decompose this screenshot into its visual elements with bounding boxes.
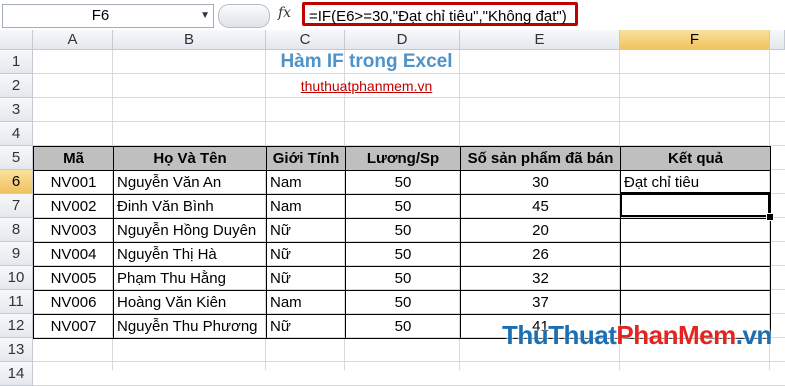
table-header-3: Giới Tính: [266, 146, 346, 171]
name-box-value: F6: [91, 7, 110, 24]
sheet-subtitle-link[interactable]: thuthuatphanmem.vn: [113, 74, 620, 98]
table-cell[interactable]: 26: [460, 242, 621, 267]
table-cell[interactable]: NV006: [33, 290, 114, 315]
row-header-4[interactable]: 4: [0, 122, 33, 146]
table-cell[interactable]: NV002: [33, 194, 114, 219]
table-cell[interactable]: Nam: [266, 290, 346, 315]
table-cell[interactable]: 50: [345, 194, 461, 219]
row-header-8[interactable]: 8: [0, 218, 33, 242]
table-cell[interactable]: Nữ: [266, 314, 346, 339]
table-cell[interactable]: NV001: [33, 170, 114, 195]
formula-bar: F6 ▼ fx =IF(E6>=30,"Đạt chỉ tiêu","Không…: [0, 0, 785, 31]
table-cell[interactable]: Nguyễn Hồng Duyên: [113, 218, 267, 243]
table-header-4: Lương/Sp: [345, 146, 461, 171]
table-cell[interactable]: NV004: [33, 242, 114, 267]
name-box[interactable]: F6 ▼: [2, 4, 214, 28]
row-header-7[interactable]: 7: [0, 194, 33, 218]
table-header-5: Số sản phẩm đã bán: [460, 146, 621, 171]
table-cell[interactable]: 45: [460, 194, 621, 219]
table-cell[interactable]: 50: [345, 290, 461, 315]
column-header-e[interactable]: E: [460, 30, 620, 50]
row-header-11[interactable]: 11: [0, 290, 33, 314]
sheet-title: Hàm IF trong Excel: [280, 51, 453, 72]
row-header-14[interactable]: 14: [0, 362, 33, 386]
table-cell[interactable]: [620, 218, 771, 243]
table-cell[interactable]: Nam: [266, 194, 346, 219]
table-cell[interactable]: 30: [460, 170, 621, 195]
table-cell[interactable]: Phạm Thu Hằng: [113, 266, 267, 291]
column-header-f[interactable]: F: [620, 30, 770, 50]
table-header-2: Họ Và Tên: [113, 146, 267, 171]
insert-function-icon[interactable]: fx: [278, 5, 291, 21]
table-cell[interactable]: 20: [460, 218, 621, 243]
table-cell[interactable]: [620, 290, 771, 315]
table-cell[interactable]: Hoàng Văn Kiên: [113, 290, 267, 315]
table-cell[interactable]: Nam: [266, 170, 346, 195]
table-cell[interactable]: Nữ: [266, 266, 346, 291]
table-cell[interactable]: NV005: [33, 266, 114, 291]
row-header-9[interactable]: 9: [0, 242, 33, 266]
table-cell[interactable]: Nguyễn Thu Phương: [113, 314, 267, 339]
table-cell[interactable]: 50: [345, 266, 461, 291]
table-cell[interactable]: 37: [460, 290, 621, 315]
table-header-6: Kết quả: [620, 146, 771, 171]
row-header-6[interactable]: 6: [0, 170, 33, 194]
select-all-corner[interactable]: [0, 30, 33, 50]
gridline: [33, 121, 785, 122]
column-header-b[interactable]: B: [113, 30, 266, 50]
spreadsheet-grid: A B C D E F 1 2 3 4 5 6 7 8 9 10 11 12 13 14 Hàm IF trong Ex…: [0, 30, 785, 386]
formula-buttons[interactable]: [218, 4, 270, 28]
watermark-part1: ThuThuat: [502, 320, 617, 350]
table-cell[interactable]: Nữ: [266, 218, 346, 243]
table-cell[interactable]: Nguyễn Văn An: [113, 170, 267, 195]
row-header-2[interactable]: 2: [0, 74, 33, 98]
watermark-logo: ThuThuatPhanMem.vn: [502, 320, 772, 351]
table-cell[interactable]: NV007: [33, 314, 114, 339]
row-header-5[interactable]: 5: [0, 146, 33, 170]
table-cell[interactable]: [620, 266, 771, 291]
row-header-1[interactable]: 1: [0, 50, 33, 74]
table-cell[interactable]: 50: [345, 314, 461, 339]
formula-input[interactable]: =IF(E6>=30,"Đạt chỉ tiêu","Không đạt"): [302, 2, 578, 26]
fill-handle[interactable]: [766, 213, 774, 221]
watermark-part2: PhanMem: [616, 320, 736, 350]
gridline: [33, 361, 785, 362]
table-header-1: Mã: [33, 146, 114, 171]
table-cell[interactable]: 50: [345, 242, 461, 267]
selected-cell-border: [620, 192, 770, 217]
column-header-c[interactable]: C: [266, 30, 345, 50]
table-cell[interactable]: NV003: [33, 218, 114, 243]
table-cell[interactable]: Nguyễn Thị Hà: [113, 242, 267, 267]
table-cell[interactable]: Nữ: [266, 242, 346, 267]
table-cell[interactable]: 50: [345, 170, 461, 195]
table-cell[interactable]: [620, 242, 771, 267]
row-header-13[interactable]: 13: [0, 338, 33, 362]
row-header-12[interactable]: 12: [0, 314, 33, 338]
column-header-extra[interactable]: [770, 30, 785, 50]
column-header-a[interactable]: A: [33, 30, 113, 50]
row-header-10[interactable]: 10: [0, 266, 33, 290]
column-header-d[interactable]: D: [345, 30, 460, 50]
chevron-down-icon[interactable]: ▼: [200, 5, 210, 27]
watermark-part3: .vn: [735, 320, 773, 350]
row-header-3[interactable]: 3: [0, 98, 33, 122]
table-cell[interactable]: Đinh Văn Bình: [113, 194, 267, 219]
table-cell[interactable]: 50: [345, 218, 461, 243]
table-cell[interactable]: 32: [460, 266, 621, 291]
